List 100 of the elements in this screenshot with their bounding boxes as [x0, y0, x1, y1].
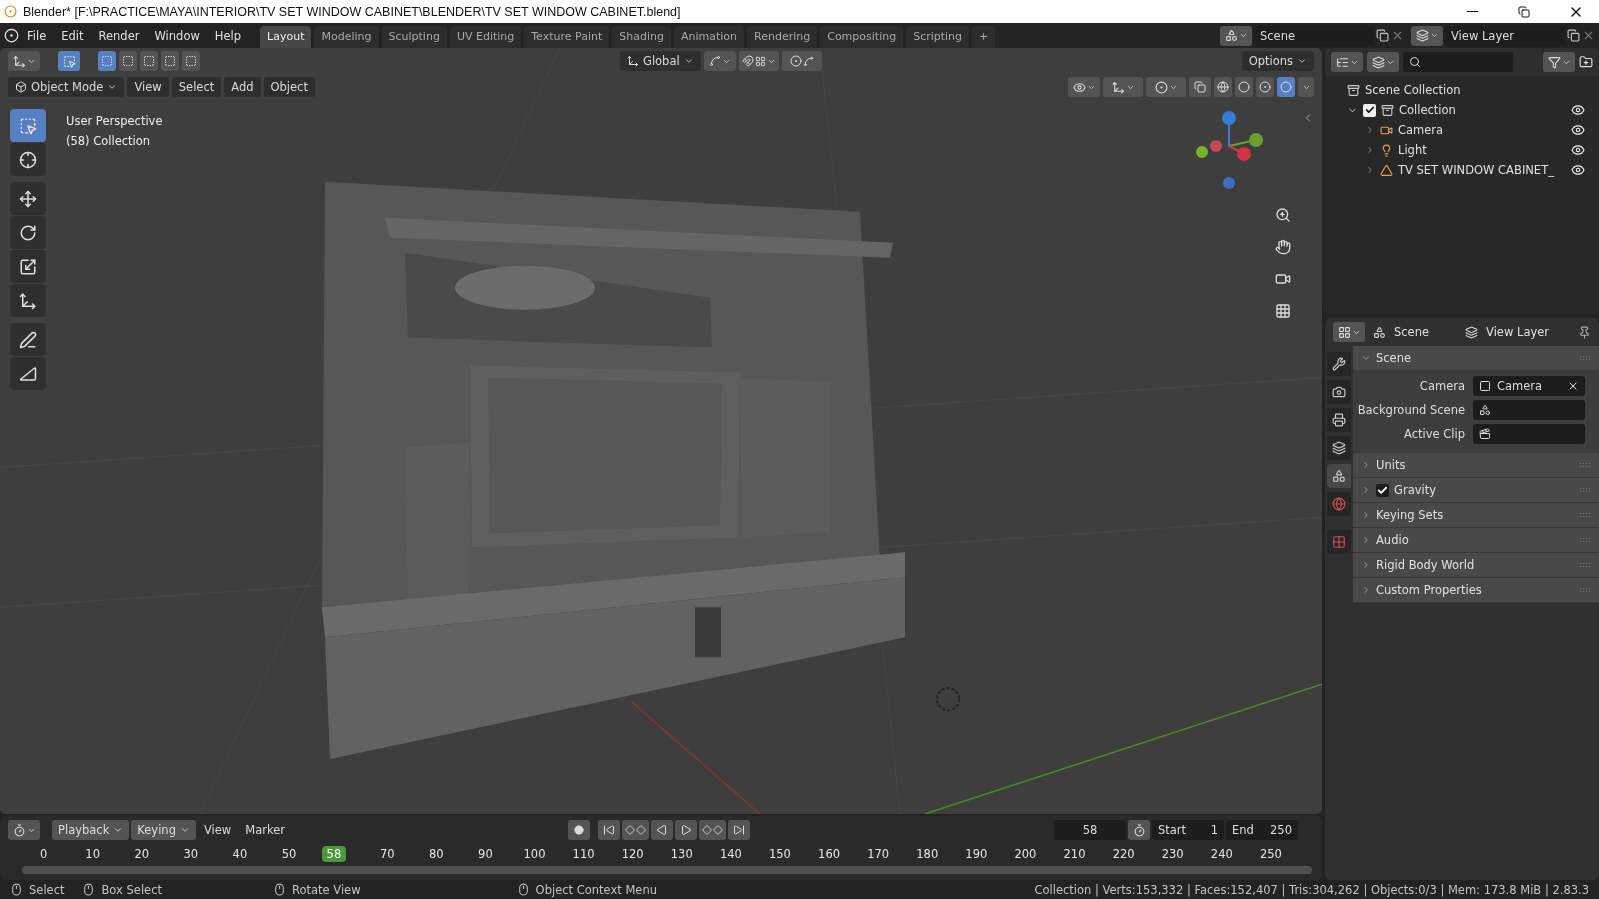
eye-icon[interactable] [1571, 103, 1585, 117]
menu-item[interactable]: Help [207, 25, 249, 46]
panel-title[interactable]: Audio [1376, 533, 1409, 547]
outliner-item[interactable]: Collection [1399, 103, 1456, 117]
stopwatch-button[interactable] [1128, 820, 1150, 840]
new-collection-icon[interactable] [1579, 55, 1593, 69]
visibility-button[interactable] [1068, 77, 1100, 97]
menu-item[interactable]: Edit [54, 25, 91, 46]
workspace-tab[interactable]: Texture Paint [524, 26, 610, 48]
overlay-button[interactable] [1146, 77, 1186, 97]
checkbox[interactable] [1376, 483, 1389, 497]
selection-mode-button[interactable] [140, 51, 158, 71]
properties-tab[interactable] [1327, 408, 1351, 432]
end-frame-field[interactable]: End 250 [1226, 820, 1298, 840]
jump-start-button[interactable] [598, 820, 620, 840]
transform-tool[interactable] [10, 284, 46, 317]
panel-title[interactable]: Units [1376, 458, 1406, 472]
eye-icon[interactable] [1571, 123, 1585, 137]
shading-button[interactable] [1214, 77, 1232, 97]
workspace-tab[interactable]: Layout [260, 26, 312, 48]
current-frame-marker[interactable]: 58 [321, 846, 347, 862]
filter-button[interactable] [1543, 52, 1575, 72]
editor-type-button[interactable] [1331, 52, 1363, 72]
play-reverse-button[interactable] [651, 820, 673, 840]
snap-button[interactable] [738, 51, 779, 71]
cursor-tool[interactable] [10, 143, 46, 176]
rotate-tool[interactable] [10, 216, 46, 249]
viewport-menu[interactable]: Add [224, 77, 261, 97]
selection-mode-button[interactable] [98, 51, 116, 71]
properties-tab[interactable] [1327, 352, 1351, 376]
display-mode-button[interactable] [1367, 52, 1399, 72]
measure-tool[interactable] [10, 357, 46, 390]
shading-button[interactable] [1235, 77, 1253, 97]
outliner-item[interactable]: Scene Collection [1365, 83, 1461, 97]
clear-icon[interactable] [1567, 380, 1579, 392]
timeline-menu[interactable]: Marker [239, 820, 291, 840]
scale-tool[interactable] [10, 250, 46, 283]
close-icon[interactable] [1391, 29, 1404, 42]
selection-mode-button[interactable] [119, 51, 137, 71]
editor-type-button[interactable] [8, 51, 40, 71]
start-frame-field[interactable]: Start 1 [1152, 820, 1224, 840]
next-keyframe-button[interactable] [699, 820, 726, 840]
timeline-dropdown[interactable]: Playback [52, 820, 130, 840]
properties-tab[interactable] [1327, 436, 1351, 460]
pin-icon[interactable] [1578, 325, 1591, 339]
viewport-menu[interactable]: Select [171, 77, 222, 97]
menu-item[interactable]: File [20, 25, 54, 46]
copy-icon[interactable] [1376, 29, 1389, 42]
search-field[interactable] [1403, 52, 1513, 72]
workspace-tab[interactable]: Shading [612, 26, 671, 48]
viewport-menu[interactable]: View [127, 77, 169, 97]
current-frame-field[interactable]: 58 [1054, 820, 1126, 840]
properties-tab[interactable] [1327, 464, 1351, 488]
properties-tab[interactable] [1327, 380, 1351, 404]
property-field[interactable]: Camera [1473, 376, 1585, 396]
copy-icon[interactable] [1567, 29, 1580, 42]
panel-title[interactable]: Gravity [1394, 483, 1436, 497]
outliner-item[interactable]: Camera [1398, 123, 1444, 137]
shading-button[interactable] [1277, 77, 1295, 97]
tool-select-button[interactable] [58, 51, 80, 71]
viewport-menu[interactable]: Object [263, 77, 315, 97]
close-icon[interactable] [1582, 29, 1595, 42]
mode-dropdown[interactable]: Object Mode [8, 77, 125, 97]
selection-mode-button[interactable] [182, 51, 200, 71]
play-button[interactable] [675, 820, 697, 840]
eye-icon[interactable] [1571, 143, 1585, 157]
checkbox[interactable] [1363, 103, 1376, 117]
workspace-tab[interactable]: Scripting [906, 26, 970, 48]
record-button[interactable] [568, 820, 590, 840]
workspace-tab[interactable]: Animation [673, 26, 745, 48]
timeline-menu[interactable]: View [197, 820, 238, 840]
pivot-button[interactable] [703, 51, 736, 71]
previous-keyframe-button[interactable] [622, 820, 649, 840]
selection-mode-button[interactable] [161, 51, 179, 71]
view-layer-type-button[interactable] [1411, 25, 1443, 46]
outliner-item[interactable]: Light [1398, 143, 1427, 157]
workspace-tab[interactable]: Modeling [314, 26, 379, 48]
proportional-edit-button[interactable] [781, 51, 822, 71]
eye-icon[interactable] [1571, 163, 1585, 177]
add-workspace-button[interactable]: + [972, 26, 996, 48]
workspace-tab[interactable]: UV Editing [449, 26, 522, 48]
timeline-scrollbar[interactable] [22, 866, 1312, 874]
property-field[interactable] [1473, 400, 1585, 420]
xray-button[interactable] [1189, 77, 1211, 97]
editor-type-button[interactable] [1333, 322, 1365, 342]
annotate-tool[interactable] [10, 323, 46, 356]
move-tool[interactable] [10, 182, 46, 215]
panel-title[interactable]: Scene [1376, 351, 1412, 365]
options-dropdown[interactable]: Options [1241, 51, 1314, 71]
outliner-item[interactable]: TV SET WINDOW CABINET_ [1398, 163, 1554, 177]
orientation-dropdown[interactable]: Global [619, 51, 701, 71]
workspace-tab[interactable]: Sculpting [381, 26, 447, 48]
scene-field[interactable]: Scene [1254, 25, 1374, 46]
timeline-dropdown[interactable]: Keying [131, 820, 196, 840]
scene-type-button[interactable] [1220, 25, 1252, 46]
panel-title[interactable]: Keying Sets [1376, 508, 1444, 522]
gizmo-button[interactable] [1103, 77, 1143, 97]
view-layer-field[interactable]: View Layer [1445, 25, 1565, 46]
editor-type-button[interactable] [8, 820, 40, 840]
shading-button[interactable] [1256, 77, 1274, 97]
